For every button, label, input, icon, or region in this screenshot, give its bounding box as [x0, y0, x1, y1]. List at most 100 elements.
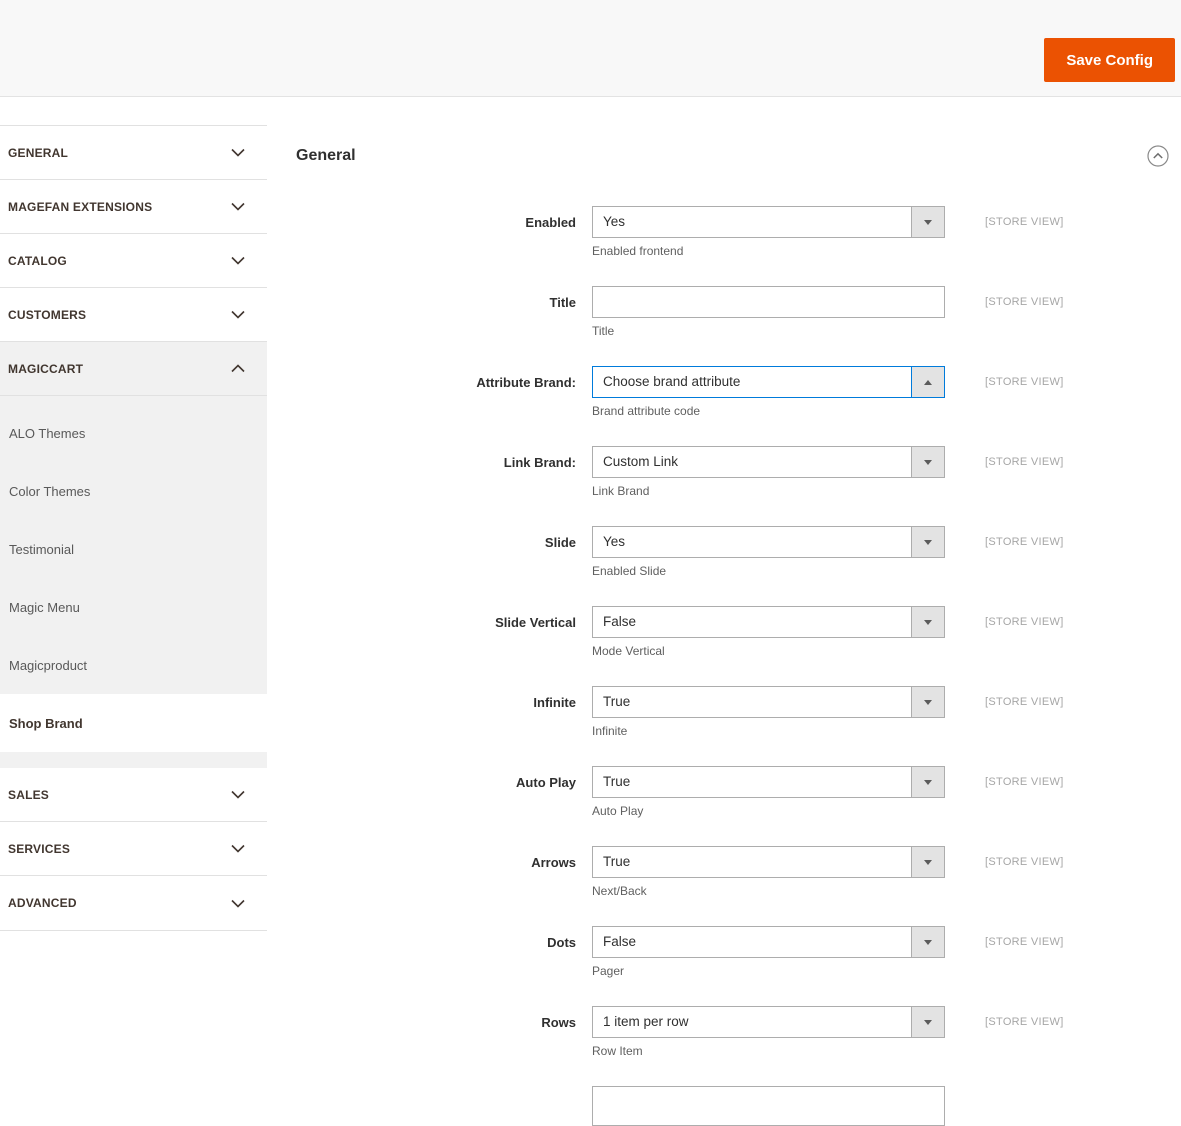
scope-label: [STORE VIEW] — [985, 776, 1064, 788]
scope-label: [STORE VIEW] — [985, 696, 1064, 708]
field-row-attribute-brand: Attribute Brand: Choose brand attribute … — [267, 366, 1181, 418]
field-row-enabled: Enabled Yes Enabled frontend [STORE VIEW… — [267, 206, 1181, 258]
field-label: Enabled — [525, 215, 576, 230]
scope-label: [STORE VIEW] — [985, 1016, 1064, 1028]
chevron-down-icon — [231, 899, 245, 908]
rows-select[interactable]: 1 item per row — [592, 1006, 945, 1038]
field-label: Attribute Brand: — [476, 375, 576, 390]
field-label: Dots — [547, 935, 576, 950]
sidebar-section-customers[interactable]: CUSTOMERS — [0, 288, 267, 342]
collapse-circle-icon — [1147, 145, 1169, 167]
link-brand-select[interactable]: Custom Link — [592, 446, 945, 478]
enabled-select[interactable]: Yes — [592, 206, 945, 238]
page-header: Save Config — [0, 0, 1181, 97]
infinite-select[interactable]: True — [592, 686, 945, 718]
chevron-down-icon — [911, 607, 944, 637]
select-value: Custom Link — [603, 454, 679, 469]
field-note: Next/Back — [592, 884, 647, 898]
sidebar-item-magicproduct[interactable]: Magicproduct — [0, 636, 267, 694]
field-note: Brand attribute code — [592, 404, 701, 418]
next-field-partial[interactable] — [592, 1086, 945, 1126]
chevron-down-icon — [911, 767, 944, 797]
select-value: True — [603, 694, 631, 709]
chevron-down-icon — [231, 790, 245, 799]
select-value: False — [603, 934, 637, 949]
sidebar-item-alo-themes[interactable]: ALO Themes — [0, 404, 267, 462]
general-config-form: Enabled Yes Enabled frontend [STORE VIEW… — [267, 206, 1181, 1126]
field-row-infinite: Infinite True Infinite [STORE VIEW] — [267, 686, 1181, 738]
sidebar-section-sales[interactable]: SALES — [0, 768, 267, 822]
auto-play-select[interactable]: True — [592, 766, 945, 798]
select-value: Yes — [603, 534, 626, 549]
select-value: False — [603, 614, 637, 629]
scope-label: [STORE VIEW] — [985, 456, 1064, 468]
scope-label: [STORE VIEW] — [985, 376, 1064, 388]
sidebar-item-color-themes[interactable]: Color Themes — [0, 462, 267, 520]
sidebar-section-magefan-extensions[interactable]: MAGEFAN EXTENSIONS — [0, 180, 267, 234]
scope-label: [STORE VIEW] — [985, 936, 1064, 948]
section-label: CATALOG — [8, 253, 67, 268]
sidebar-section-magiccart-expanded: MAGICCART ALO Themes Color Themes Testim… — [0, 342, 267, 768]
slide-select[interactable]: Yes — [592, 526, 945, 558]
chevron-down-icon — [231, 310, 245, 319]
section-label: SERVICES — [8, 841, 71, 856]
select-value: True — [603, 854, 631, 869]
general-section-header: General — [267, 97, 1181, 167]
save-config-button[interactable]: Save Config — [1044, 38, 1175, 82]
field-note: Enabled Slide — [592, 564, 667, 578]
field-row-slide-vertical: Slide Vertical False Mode Vertical [STOR… — [267, 606, 1181, 658]
field-row-dots: Dots False Pager [STORE VIEW] — [267, 926, 1181, 978]
select-value: True — [603, 774, 631, 789]
chevron-down-icon — [911, 927, 944, 957]
field-label: Link Brand: — [503, 455, 576, 470]
scope-label: [STORE VIEW] — [985, 856, 1064, 868]
select-value: Choose brand attribute — [603, 374, 741, 389]
field-row-link-brand: Link Brand: Custom Link Link Brand [STOR… — [267, 446, 1181, 498]
dots-select[interactable]: False — [592, 926, 945, 958]
page-title: General — [296, 147, 356, 164]
arrows-select[interactable]: True — [592, 846, 945, 878]
sidebar-item-shop-brand[interactable]: Shop Brand — [0, 694, 267, 752]
scope-label: [STORE VIEW] — [985, 536, 1064, 548]
chevron-down-icon — [231, 844, 245, 853]
sidebar-section-general[interactable]: GENERAL — [0, 126, 267, 180]
section-label: SALES — [8, 787, 50, 802]
field-label: Auto Play — [516, 775, 576, 790]
field-label: Rows — [541, 1015, 576, 1030]
chevron-up-icon — [911, 367, 944, 397]
sidebar-item-testimonial[interactable]: Testimonial — [0, 520, 267, 578]
chevron-down-icon — [231, 148, 245, 157]
scope-label: [STORE VIEW] — [985, 616, 1064, 628]
section-label: ADVANCED — [8, 896, 77, 910]
chevron-down-icon — [911, 527, 944, 557]
attribute-brand-select[interactable]: Choose brand attribute — [592, 366, 945, 398]
field-row-auto-play: Auto Play True Auto Play [STORE VIEW] — [267, 766, 1181, 818]
field-label: Arrows — [531, 855, 576, 870]
chevron-down-icon — [911, 687, 944, 717]
chevron-down-icon — [911, 1007, 944, 1037]
section-label: MAGEFAN EXTENSIONS — [8, 199, 153, 214]
field-note: Infinite — [592, 724, 628, 738]
chevron-down-icon — [911, 447, 944, 477]
field-note: Row Item — [592, 1044, 643, 1058]
sidebar-section-advanced[interactable]: ADVANCED — [0, 876, 267, 930]
field-note: Title — [592, 324, 615, 338]
magiccart-subnav: ALO Themes Color Themes Testimonial Magi… — [0, 396, 267, 768]
sidebar-item-magic-menu[interactable]: Magic Menu — [0, 578, 267, 636]
field-note: Link Brand — [592, 484, 650, 498]
title-input[interactable] — [592, 286, 945, 318]
field-row-rows: Rows 1 item per row Row Item [STORE VIEW… — [267, 1006, 1181, 1058]
chevron-down-icon — [911, 207, 944, 237]
scope-label: [STORE VIEW] — [985, 216, 1064, 228]
config-nav-sidebar: GENERAL MAGEFAN EXTENSIONS CATALOG CUSTO… — [0, 125, 267, 931]
sidebar-section-services[interactable]: SERVICES — [0, 822, 267, 876]
field-note: Mode Vertical — [592, 644, 665, 658]
collapse-section-button[interactable] — [1147, 145, 1169, 167]
config-main-panel: General Enabled Yes Enabled frontend [ST… — [267, 97, 1181, 1126]
field-label: Slide Vertical — [495, 615, 576, 630]
field-row-slide: Slide Yes Enabled Slide [STORE VIEW] — [267, 526, 1181, 578]
chevron-down-icon — [231, 202, 245, 211]
slide-vertical-select[interactable]: False — [592, 606, 945, 638]
sidebar-section-catalog[interactable]: CATALOG — [0, 234, 267, 288]
sidebar-section-magiccart[interactable]: MAGICCART — [0, 342, 267, 396]
